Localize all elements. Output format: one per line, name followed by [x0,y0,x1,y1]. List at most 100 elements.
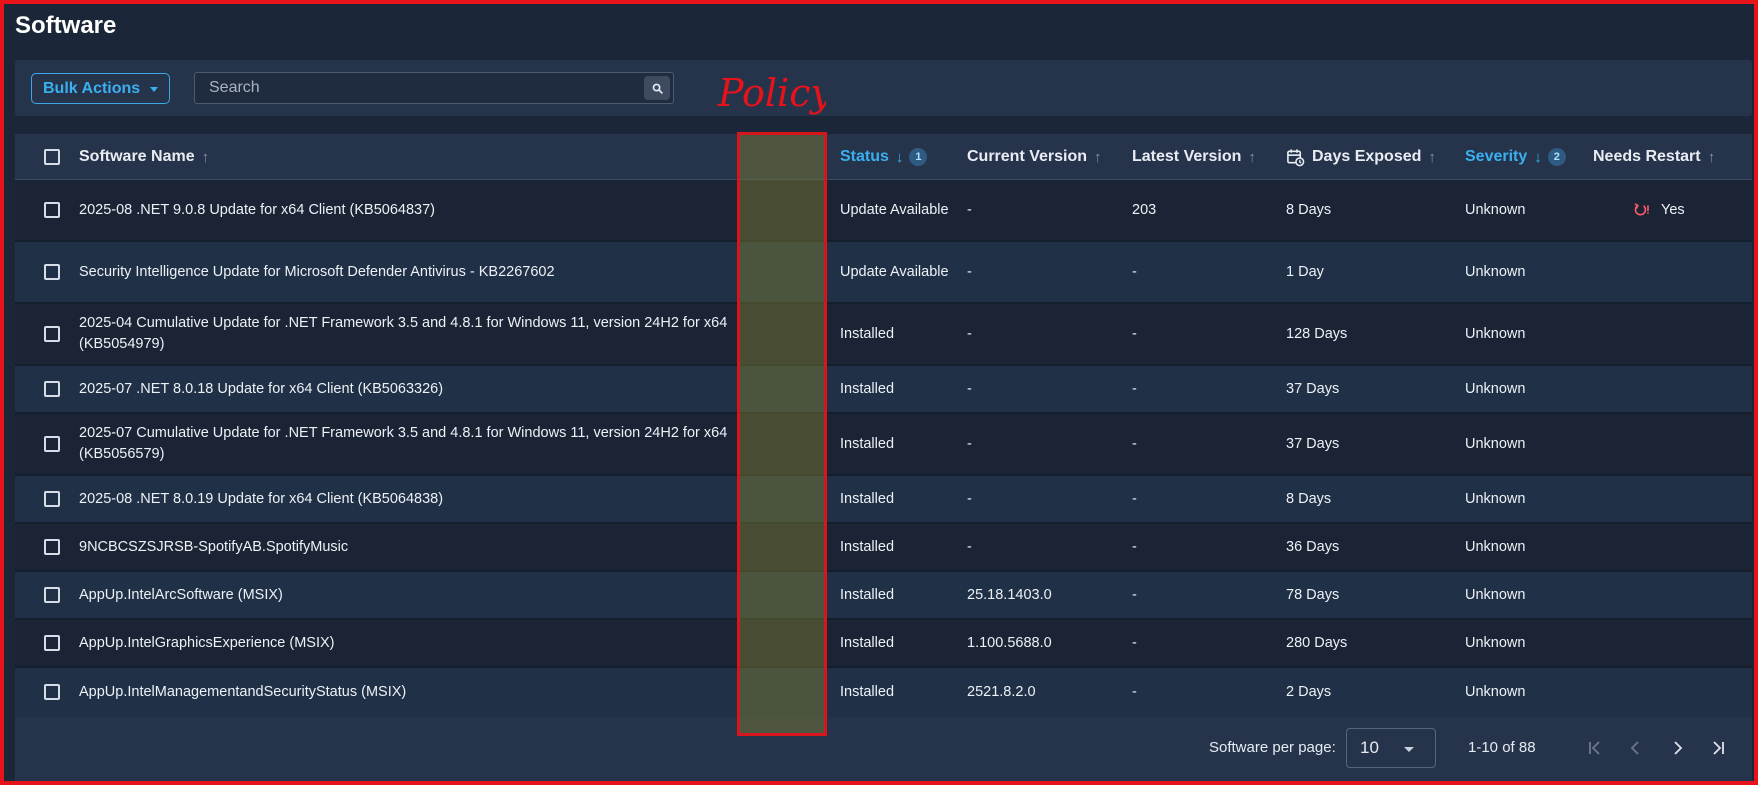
bulk-actions-label: Bulk Actions [43,79,141,97]
sort-up-icon: ↑ [1094,148,1102,166]
row-checkbox[interactable] [44,436,60,452]
status-value: Installed [840,325,895,342]
chevron-left-icon [1630,741,1639,755]
needs-restart-value: Yes [1661,201,1685,218]
column-header-status[interactable]: Status ↓ 1 [840,134,928,180]
pagination-bar: Software per page: 10 1-10 of 88 [15,717,1752,781]
needs-restart-value [1633,572,1733,618]
sort-up-icon: ↑ [1707,148,1716,166]
sort-down-icon: ↓ [1534,148,1542,166]
restart-required-icon [1634,203,1649,216]
page-range: 1-10 of 88 [1468,739,1536,756]
latest-version-value: - [1132,634,1137,651]
severity-value: Unknown [1465,586,1526,603]
row-checkbox[interactable] [44,202,60,218]
column-header-needs-restart[interactable]: Needs Restart ↑ [1593,134,1715,180]
row-checkbox[interactable] [44,539,60,555]
search-box [194,72,674,104]
search-icon [652,83,663,94]
column-header-current-version[interactable]: Current Version ↑ [967,134,1102,180]
first-page-button[interactable] [1584,737,1606,759]
latest-version-value: - [1132,435,1137,452]
last-page-button[interactable] [1707,737,1729,759]
severity-value: Unknown [1465,490,1526,507]
caret-down-icon [1404,747,1414,752]
days-exposed-value: 1 Day [1286,263,1324,280]
days-exposed-value: 78 Days [1286,586,1340,603]
current-version-value: - [967,490,972,507]
days-exposed-value: 37 Days [1286,380,1340,397]
row-checkbox[interactable] [44,684,60,700]
column-header-latest-version[interactable]: Latest Version ↑ [1132,134,1256,180]
sort-up-icon: ↑ [201,148,210,166]
table-row[interactable]: AppUp.IntelManagementandSecurityStatus (… [15,668,1752,717]
row-checkbox[interactable] [44,587,60,603]
severity-value: Unknown [1465,435,1526,452]
latest-version-value: - [1132,380,1137,397]
table-row[interactable]: 2025-07 Cumulative Update for .NET Frame… [15,414,1752,476]
row-checkbox[interactable] [44,491,60,507]
status-value: Update Available [840,201,949,218]
table-row[interactable]: 2025-08 .NET 9.0.8 Update for x64 Client… [15,180,1752,242]
table-row[interactable]: 2025-08 .NET 8.0.19 Update for x64 Clien… [15,476,1752,524]
status-value: Installed [840,538,895,555]
software-name: 2025-08 .NET 8.0.19 Update for x64 Clien… [79,490,444,507]
table-row[interactable]: 2025-04 Cumulative Update for .NET Frame… [15,304,1752,366]
row-checkbox[interactable] [44,635,60,651]
days-exposed-value: 2 Days [1286,684,1332,700]
status-value: Installed [840,490,895,507]
first-page-icon [1589,741,1600,755]
sort-order-badge: 1 [909,148,928,166]
latest-version-value: 203 [1132,201,1157,218]
next-page-button[interactable] [1666,737,1688,759]
software-name: 2025-07 Cumulative Update for .NET Frame… [79,425,728,462]
column-label: Days Exposed [1312,148,1422,165]
current-version-value: - [967,435,972,452]
column-label: Needs Restart [1593,148,1701,165]
column-header-software-name[interactable]: Software Name ↑ [79,134,209,180]
row-checkbox[interactable] [44,381,60,397]
last-page-icon [1713,741,1724,755]
needs-restart-value [1633,620,1733,666]
needs-restart-value [1633,366,1733,412]
days-exposed-value: 36 Days [1286,538,1340,555]
latest-version-value: - [1132,325,1137,342]
current-version-value: - [967,201,972,218]
status-value: Installed [840,684,895,700]
software-table: Software Name ↑ Status ↓ 1 Current Versi… [15,134,1752,717]
sort-down-icon: ↓ [895,148,904,166]
latest-version-value: - [1132,684,1137,700]
table-row[interactable]: Security Intelligence Update for Microso… [15,242,1752,304]
current-version-value: - [967,263,972,280]
status-value: Installed [840,380,895,397]
per-page-select[interactable]: 10 [1346,728,1436,768]
software-name: AppUp.IntelManagementandSecurityStatus (… [79,684,407,700]
severity-value: Unknown [1465,201,1526,218]
column-header-severity[interactable]: Severity ↓ 2 [1465,134,1566,180]
search-button[interactable] [644,76,670,100]
select-all-checkbox[interactable] [44,149,60,165]
table-row[interactable]: 9NCBCSZSJRSB-SpotifyAB.SpotifyMusic Inst… [15,524,1752,572]
current-version-value: 2521.8.2.0 [967,684,1036,700]
software-name: Security Intelligence Update for Microso… [79,263,555,280]
row-checkbox[interactable] [44,326,60,342]
needs-restart-value [1633,414,1733,474]
table-row[interactable]: 2025-07 .NET 8.0.18 Update for x64 Clien… [15,366,1752,414]
table-row[interactable]: AppUp.IntelGraphicsExperience (MSIX) Ins… [15,620,1752,668]
bulk-actions-button[interactable]: Bulk Actions [31,73,170,104]
search-input[interactable] [195,73,635,103]
column-label: Severity [1465,148,1528,165]
severity-value: Unknown [1465,380,1526,397]
current-version-value: 25.18.1403.0 [967,586,1052,603]
policy-annotation-box [737,132,827,736]
days-exposed-value: 128 Days [1286,325,1348,342]
row-checkbox[interactable] [44,264,60,280]
needs-restart-value [1633,242,1733,302]
needs-restart-cell: Yes [1633,180,1733,240]
column-header-days-exposed[interactable]: Days Exposed ↑ [1286,134,1436,180]
table-row[interactable]: AppUp.IntelArcSoftware (MSIX) Installed … [15,572,1752,620]
days-exposed-value: 8 Days [1286,490,1332,507]
status-value: Update Available [840,263,949,280]
previous-page-button[interactable] [1625,737,1647,759]
needs-restart-value [1633,524,1733,570]
